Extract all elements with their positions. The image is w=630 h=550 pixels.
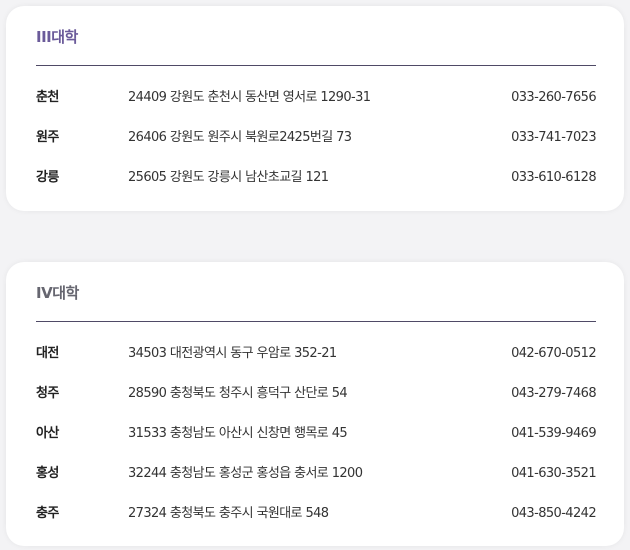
campus-phone[interactable]: 041-630-3521 xyxy=(511,454,597,494)
campus-address: 31533 충청남도 아산시 신창면 행목로 45 xyxy=(128,426,348,441)
campus-address: 32244 충청남도 홍성군 홍성읍 충서로 1200 xyxy=(128,466,363,481)
campus-phone[interactable]: 033-741-7023 xyxy=(511,118,597,158)
campus-name: 충주 xyxy=(36,506,59,521)
campus-phone[interactable]: 042-670-0512 xyxy=(511,334,597,374)
campus-row-cheongju: 청주 28590 충청북도 청주시 흥덕구 산단로 54 043-279-746… xyxy=(36,374,597,414)
campus-address: 28590 충청북도 청주시 흥덕구 산단로 54 xyxy=(128,386,348,401)
campus-row-daejeon: 대전 34503 대전광역시 동구 우암로 352-21 042-670-051… xyxy=(36,334,597,374)
campus-name: 원주 xyxy=(36,130,59,145)
campus-name: 아산 xyxy=(36,426,59,441)
campus-phone[interactable]: 033-610-6128 xyxy=(511,158,597,198)
college-iii-card: III대학 춘천 24409 강원도 춘천시 동산면 영서로 1290-31 0… xyxy=(6,6,624,211)
campus-phone[interactable]: 041-539-9469 xyxy=(511,414,597,454)
campus-row-hongseong: 홍성 32244 충청남도 홍성군 홍성읍 충서로 1200 041-630-3… xyxy=(36,454,597,494)
campus-address: 34503 대전광역시 동구 우암로 352-21 xyxy=(128,346,337,361)
campus-address: 24409 강원도 춘천시 동산면 영서로 1290-31 xyxy=(128,90,371,105)
campus-row-gangneung: 강릉 25605 강원도 강릉시 남산초교길 121 033-610-6128 xyxy=(36,158,597,198)
campus-row-asan: 아산 31533 충청남도 아산시 신창면 행목로 45 041-539-946… xyxy=(36,414,597,454)
campus-name: 청주 xyxy=(36,386,59,401)
college-iv-title: IV대학 xyxy=(36,284,79,302)
college-iii-divider xyxy=(36,65,596,66)
campus-name: 강릉 xyxy=(36,170,59,185)
campus-address: 27324 충청북도 충주시 국원대로 548 xyxy=(128,506,329,521)
campus-address: 26406 강원도 원주시 북원로2425번길 73 xyxy=(128,130,352,145)
campus-name: 대전 xyxy=(36,346,59,361)
campus-phone[interactable]: 043-850-4242 xyxy=(511,494,597,534)
campus-name: 홍성 xyxy=(36,466,59,481)
campus-row-wonju: 원주 26406 강원도 원주시 북원로2425번길 73 033-741-70… xyxy=(36,118,597,158)
campus-address: 25605 강원도 강릉시 남산초교길 121 xyxy=(128,170,329,185)
college-iii-campus-list: 춘천 24409 강원도 춘천시 동산면 영서로 1290-31 033-260… xyxy=(36,78,597,198)
campus-row-chungju: 충주 27324 충청북도 충주시 국원대로 548 043-850-4242 xyxy=(36,494,597,534)
college-iv-divider xyxy=(36,321,596,322)
campus-phone[interactable]: 033-260-7656 xyxy=(511,78,597,118)
campus-row-chuncheon: 춘천 24409 강원도 춘천시 동산면 영서로 1290-31 033-260… xyxy=(36,78,597,118)
college-iv-card: IV대학 대전 34503 대전광역시 동구 우암로 352-21 042-67… xyxy=(6,262,624,546)
college-iii-title: III대학 xyxy=(36,28,78,46)
college-iv-campus-list: 대전 34503 대전광역시 동구 우암로 352-21 042-670-051… xyxy=(36,334,597,534)
campus-phone[interactable]: 043-279-7468 xyxy=(511,374,597,414)
campus-name: 춘천 xyxy=(36,90,59,105)
